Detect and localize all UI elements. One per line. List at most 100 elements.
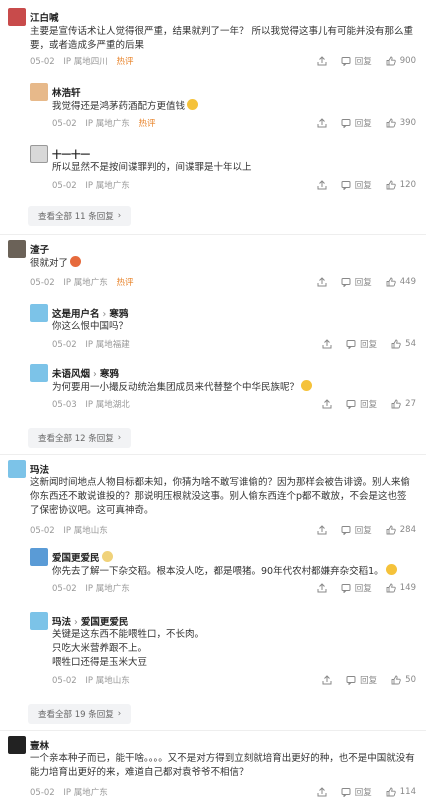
reply-author[interactable]: 玛法 › 爱国更爱民 [52,614,128,628]
comment-icon [346,676,356,685]
comment-icon [341,181,351,190]
like-button[interactable]: 149 [386,583,416,593]
reply-meta: 05-02 IP 属地广东 [52,181,130,191]
share-icon [317,56,327,66]
like-icon [391,675,401,685]
avatar[interactable] [30,364,48,382]
like-button[interactable]: 54 [391,339,416,349]
comment-date: 05-02 [30,57,55,67]
reply-text: 所以显然不是按间谍罪判的，间谍罪是十年以上 [52,162,252,173]
smile-emoji-icon [385,564,397,575]
avatar[interactable] [8,8,26,26]
like-button[interactable]: 900 [386,56,416,66]
avatar[interactable] [30,612,48,630]
divider [0,234,426,235]
reply-button[interactable]: 回复 [346,674,377,686]
chevron-right-icon: › [117,709,122,719]
comment-thread-4: 壹林 一个亲本种子而已，能干啥。。。。又不是对方得到立刻就培育出更好的种，也不是… [0,732,426,800]
avatar[interactable] [30,304,48,322]
reply-author[interactable]: 这是用户名 › 寒鸦 [52,306,128,320]
reply-actions: 回复 390 [317,117,416,129]
reply-meta: 05-03 IP 属地湖北 [52,400,130,410]
reply-button[interactable]: 回复 [346,398,377,410]
comment-icon [346,400,356,409]
reply-author[interactable]: 爱国更爱民 [52,550,113,564]
share-button[interactable] [322,339,332,349]
like-icon [386,56,396,66]
share-button[interactable] [322,399,332,409]
comment-thread-3: 玛法 这新闻时间地点人物目标都未知，你猜为啥不敢写谁偷的？因为那样会被告诽谤。别… [0,456,426,724]
like-button[interactable]: 449 [386,277,416,287]
share-button[interactable] [322,675,332,685]
share-icon [317,180,327,190]
share-icon [317,277,327,287]
avatar[interactable] [30,548,48,566]
reply-button[interactable]: 回复 [341,179,372,191]
reply-button[interactable]: 回复 [341,117,372,129]
comment-author[interactable]: 渣子 [30,242,49,256]
comment-icon [341,119,351,128]
like-button[interactable]: 284 [386,525,416,535]
view-all-replies-button[interactable]: 查看全部 12 条回复 › [28,428,132,448]
share-icon [322,339,332,349]
comment-icon [341,278,351,287]
chevron-right-icon: › [117,211,122,221]
ip-location: IP 属地四川 [63,57,108,67]
share-icon [317,525,327,535]
comment-meta: 05-02 IP 属地广东 热评 [30,278,134,288]
like-button[interactable]: 27 [391,399,416,409]
share-icon [317,583,327,593]
avatar[interactable] [30,83,48,101]
like-button[interactable]: 114 [386,787,416,797]
laugh-emoji-icon [187,99,199,110]
comment-text: 一个亲本种子而已，能干啥。。。。又不是对方得到立刻就培育出更好的种，也不是中国就… [30,753,415,778]
comment-thread-1: 江白喊 主要是宣传话术让人觉得很严重，结果就判了一年？ 所以我觉得这事儿有可能并… [0,0,426,226]
reply-meta: 05-02 IP 属地福建 [52,340,130,350]
share-button[interactable] [317,277,327,287]
share-button[interactable] [317,583,327,593]
comment-icon [341,788,351,797]
share-button[interactable] [317,787,327,797]
chevron-right-icon: › [117,433,122,443]
comment-icon [341,57,351,66]
comment-author[interactable]: 玛法 [30,462,49,476]
avatar[interactable] [8,240,26,258]
like-icon [386,787,396,797]
reply-author[interactable]: 林浩轩 [52,85,81,99]
comment-text: 很就对了 [30,256,416,271]
reply-button[interactable]: 回复 [341,276,372,288]
reply-button[interactable]: 回复 [341,524,372,536]
share-button[interactable] [317,118,327,128]
reply-button[interactable]: 回复 [341,582,372,594]
avatar[interactable] [30,145,48,163]
reply-button[interactable]: 回复 [346,338,377,350]
share-button[interactable] [317,525,327,535]
like-button[interactable]: 50 [391,675,416,685]
reply-author[interactable]: 未语风烟 › 寒鸦 [52,366,119,380]
view-all-replies-button[interactable]: 查看全部 19 条回复 › [28,704,132,724]
reply-author[interactable]: 十一十一 [52,147,90,161]
like-icon [386,118,396,128]
share-icon [317,118,327,128]
reply-meta: 05-02 IP 属地广东 [52,584,130,594]
reply-button[interactable]: 回复 [341,786,372,798]
reply-text: 为何要用一小撮反动统治集团成员来代替整个中华民族呢？ [52,380,412,395]
like-icon [386,180,396,190]
reply-text: 我觉得还是鸿茅药酒配方更值钱 [52,99,412,114]
like-button[interactable]: 120 [386,180,416,190]
share-icon [317,787,327,797]
avatar[interactable] [8,736,26,754]
reply-button[interactable]: 回复 [341,55,372,67]
like-icon [391,339,401,349]
comment-icon [341,526,351,535]
like-button[interactable]: 390 [386,118,416,128]
reply-actions: 回复 27 [322,398,416,410]
avatar[interactable] [8,460,26,478]
comment-author[interactable]: 壹林 [30,738,49,752]
share-button[interactable] [317,56,327,66]
view-all-replies-button[interactable]: 查看全部 11 条回复 › [28,206,132,226]
share-button[interactable] [317,180,327,190]
comment-author[interactable]: 江白喊 [30,10,59,24]
reply-actions: 回复 54 [322,338,416,350]
reply-text: 关键是这东西不能喂牲口，不长肉。 只吃大米营养跟不上。 喂牲口还得是玉米大豆 [52,629,205,668]
